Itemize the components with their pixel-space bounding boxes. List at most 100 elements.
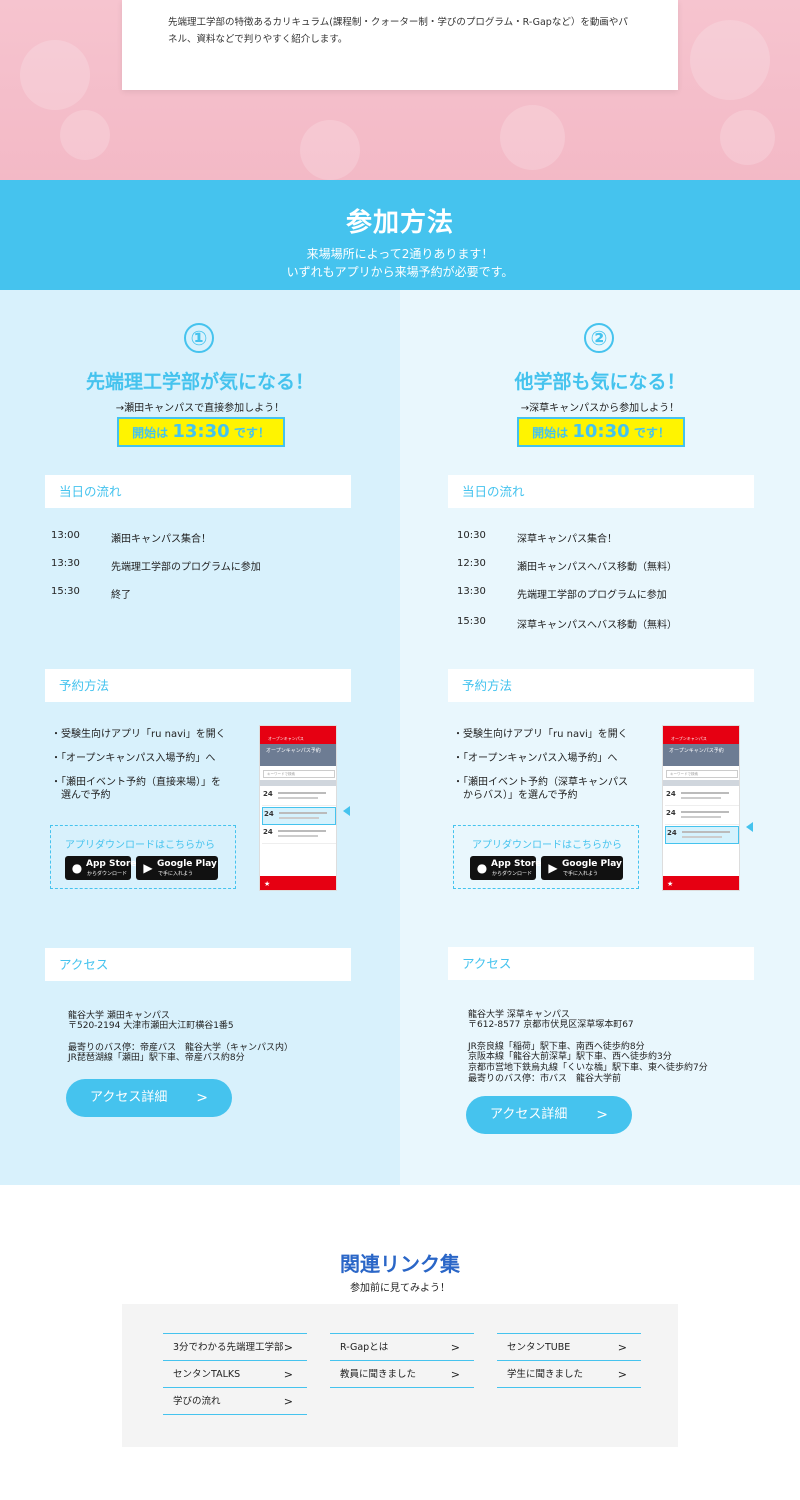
- access-detail-button[interactable]: アクセス詳細 >: [466, 1096, 632, 1134]
- link-label: 3分でわかる先端理工学部: [173, 1342, 284, 1353]
- reserve-step: からバス）」を選んで予約: [453, 790, 578, 801]
- intro-card: 先端理工学部の特徴あるカリキュラム(課程制・クォーター制・学びのプログラム・R-…: [122, 0, 678, 90]
- chevron-right-icon: >: [283, 1395, 293, 1408]
- app-store-button[interactable]: ● App Store からダウンロード: [65, 856, 137, 880]
- app-download-box: アプリダウンロードはこちらから ● App Store からダウンロード ▶ G…: [50, 825, 236, 889]
- app-store-label: App Store: [86, 859, 137, 869]
- link-item[interactable]: 教員に聞きました >: [330, 1360, 474, 1387]
- flow-time: 12:30: [457, 558, 486, 569]
- reserve-step: ・「オープンキャンパス入場予約」へ: [453, 753, 618, 764]
- app-screenshot: オープンキャンパス オープンキャンパス予約 キーワードで検索 24 24 24 …: [662, 725, 740, 891]
- google-play-sub: で手に入れよう: [563, 871, 599, 877]
- reserve-step: 選んで予約: [51, 790, 111, 801]
- phone-status-bar: [663, 726, 739, 734]
- access-line: 最寄りのバス停：帝産バス 龍谷大学（キャンパス内）: [68, 1043, 294, 1053]
- access-button-label: アクセス詳細: [490, 1107, 568, 1122]
- access-line: 〒520-2194 大津市瀬田大江町横谷1番5: [68, 1021, 234, 1031]
- option-2-column: ② 他学部も気になる！ →深草キャンパスから参加しよう！ 開始は 10:30 で…: [400, 290, 800, 1185]
- flow-desc: 先端理工学部のプログラムに参加: [517, 590, 667, 601]
- link-item[interactable]: 学びの流れ >: [163, 1387, 307, 1414]
- access-detail-button[interactable]: アクセス詳細 >: [66, 1079, 232, 1117]
- app-store-button[interactable]: ● App Store からダウンロード: [470, 856, 542, 880]
- flow-desc: 先端理工学部のプログラムに参加: [111, 562, 261, 573]
- flow-time: 13:00: [51, 530, 80, 541]
- google-play-button[interactable]: ▶ Google Play で手に入れよう: [541, 856, 623, 880]
- pointer-icon: [746, 822, 753, 832]
- chevron-right-icon: >: [450, 1341, 460, 1354]
- flow-desc: 瀬田キャンパス集合！: [111, 534, 211, 545]
- divider: [163, 1414, 307, 1415]
- link-label: センタンTALKS: [173, 1369, 241, 1380]
- start-time: 10:30: [572, 421, 630, 442]
- access-line: 龍谷大学 瀬田キャンパス: [68, 1011, 170, 1021]
- links-title: 関連リンク集: [340, 1252, 460, 1276]
- access-line: 京都市営地下鉄烏丸線「くいな橋」駅下車、東へ徒歩約7分: [468, 1063, 708, 1073]
- phone-list-item-highlight: 24: [262, 807, 336, 825]
- divider: [330, 1387, 474, 1388]
- flow-heading: 当日の流れ: [448, 475, 754, 508]
- option-title: 先端理工学部が気になる！: [85, 371, 314, 393]
- phone-search: キーワードで検索: [666, 770, 738, 778]
- howto-sub-line1: 来場場所によって2通りあります！: [306, 247, 494, 261]
- start-time-badge: 開始は 13:30 です！: [117, 417, 285, 447]
- chevron-right-icon: >: [283, 1341, 293, 1354]
- option-route: →瀬田キャンパスで直接参加しよう！: [115, 403, 285, 414]
- start-prefix: 開始は: [532, 426, 569, 440]
- phone-bar: [663, 780, 739, 786]
- link-label: センタンTUBE: [507, 1342, 571, 1353]
- access-line: 最寄りのバス停：市バス 龍谷大学前: [468, 1074, 622, 1084]
- google-play-sub: で手に入れよう: [158, 871, 194, 877]
- links-box: 3分でわかる先端理工学部 > R-Gapとは > センタンTUBE > センタン…: [122, 1304, 678, 1447]
- link-label: 学生に聞きました: [507, 1369, 584, 1380]
- phone-list-item: 24: [665, 788, 739, 806]
- phone-search: キーワードで検索: [263, 770, 335, 778]
- link-label: 教員に聞きました: [340, 1369, 417, 1380]
- start-suffix: です！: [633, 426, 670, 440]
- access-line: 龍谷大学 深草キャンパス: [468, 1010, 570, 1020]
- intro-text: 先端理工学部の特徴あるカリキュラム(課程制・クォーター制・学びのプログラム・R-…: [168, 17, 628, 45]
- howto-header: 参加方法 来場場所によって2通りあります！ いずれもアプリから来場予約が必要です…: [0, 180, 800, 290]
- play-icon: ▶: [143, 861, 153, 875]
- start-prefix: 開始は: [132, 426, 169, 440]
- app-screenshot: オープンキャンパス オープンキャンパス予約 キーワードで検索 24 24 24 …: [259, 725, 337, 891]
- start-suffix: です！: [233, 426, 270, 440]
- option-number: ①: [184, 323, 214, 353]
- app-store-sub: からダウンロード: [87, 871, 128, 877]
- reserve-heading: 予約方法: [448, 669, 754, 702]
- reserve-step: ・「瀬田イベント予約（深草キャンパス: [453, 777, 628, 788]
- link-item[interactable]: 学生に聞きました >: [497, 1360, 641, 1387]
- apple-icon: ●: [71, 861, 83, 875]
- phone-banner: オープンキャンパス予約: [260, 744, 336, 766]
- play-icon: ▶: [548, 861, 558, 875]
- phone-header: オープンキャンパス: [260, 734, 336, 744]
- reserve-step: ・「オープンキャンパス入場予約」へ: [51, 753, 216, 764]
- option-title: 他学部も気になる！: [514, 371, 686, 393]
- phone-list-item: 24: [262, 788, 336, 806]
- chevron-right-icon: >: [617, 1368, 627, 1381]
- reserve-step: ・受験生向けアプリ「ru navi」を開く: [453, 729, 628, 740]
- howto-sub-line2: いずれもアプリから来場予約が必要です。: [286, 265, 514, 279]
- link-item[interactable]: R-Gapとは >: [330, 1333, 474, 1360]
- download-label: アプリダウンロードはこちらから: [472, 840, 622, 851]
- option-number: ②: [584, 323, 614, 353]
- download-label: アプリダウンロードはこちらから: [65, 840, 215, 851]
- google-play-button[interactable]: ▶ Google Play で手に入れよう: [136, 856, 218, 880]
- chevron-right-icon: >: [617, 1341, 627, 1354]
- link-item[interactable]: センタンTALKS >: [163, 1360, 307, 1387]
- access-line: 〒612-8577 京都市伏見区深草塚本町67: [468, 1020, 634, 1030]
- phone-bar: [260, 780, 336, 786]
- link-label: R-Gapとは: [340, 1342, 389, 1353]
- flow-time: 13:30: [457, 586, 486, 597]
- flow-desc: 深草キャンパス集合！: [517, 534, 617, 545]
- star-icon: ★: [264, 880, 271, 888]
- access-line: JR琵琶湖線「瀬田」駅下車、帝産バス約8分: [68, 1053, 245, 1063]
- access-line: JR奈良線「稲荷」駅下車、南西へ徒歩約8分: [468, 1042, 645, 1052]
- app-store-label: App Store: [491, 859, 542, 869]
- app-store-sub: からダウンロード: [492, 871, 533, 877]
- start-time: 13:30: [172, 421, 230, 442]
- link-item[interactable]: センタンTUBE >: [497, 1333, 641, 1360]
- intro-section: 先端理工学部の特徴あるカリキュラム(課程制・クォーター制・学びのプログラム・R-…: [0, 0, 800, 180]
- phone-header: オープンキャンパス: [663, 734, 739, 744]
- phone-nav: ★: [260, 876, 336, 890]
- link-item[interactable]: 3分でわかる先端理工学部 >: [163, 1333, 307, 1360]
